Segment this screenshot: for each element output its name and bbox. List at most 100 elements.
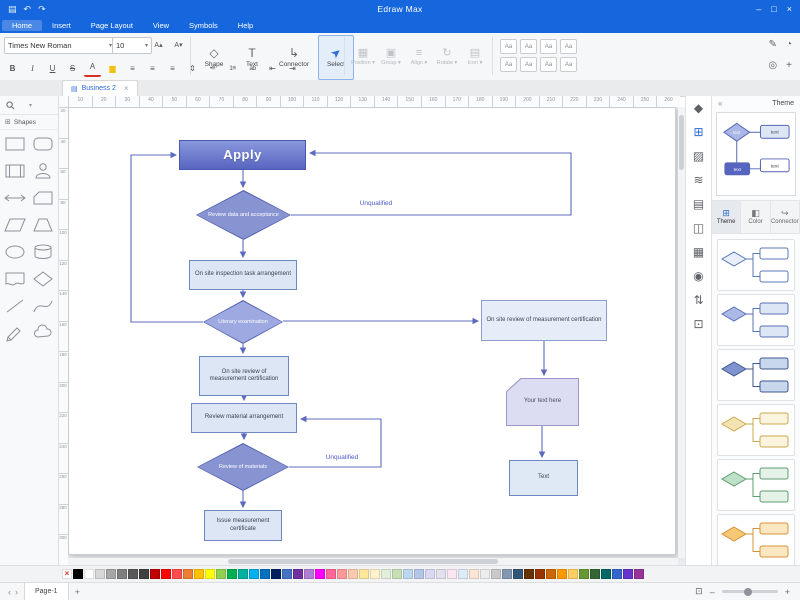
node-onsite-review-left[interactable]: On site review of measurement certificat… [199, 356, 289, 396]
fullscreen-icon[interactable]: ⊡ [693, 318, 703, 330]
close-button[interactable]: × [787, 4, 792, 14]
node-text[interactable]: Text [509, 460, 578, 496]
text-style-1[interactable]: Aa [500, 39, 517, 54]
chart-icon[interactable]: ◫ [693, 222, 704, 234]
node-literary-examination[interactable]: Literary examination [203, 300, 283, 344]
fit-page-button[interactable]: ⊡ [695, 586, 703, 597]
color-swatch[interactable] [227, 569, 237, 579]
rotate-button[interactable]: ↻ Rotate ▾ [434, 35, 460, 78]
history-icon[interactable]: ◉ [693, 270, 703, 282]
drawing-canvas[interactable]: Apply Review data and acceptance On site… [68, 107, 685, 565]
select-button[interactable]: ➤ Select [318, 35, 354, 80]
indent-decrease-icon[interactable]: ⇤ [264, 60, 281, 76]
zoom-in-button[interactable]: + [785, 587, 790, 597]
strikethrough-icon[interactable]: S [64, 60, 81, 76]
align-right-icon[interactable]: ≡ [164, 60, 181, 76]
text-style-7[interactable]: Aa [540, 57, 557, 72]
shapes-group-header[interactable]: ⊞ Shapes [0, 115, 58, 130]
node-inspection[interactable]: On site inspection task arrangement [189, 260, 297, 290]
italic-icon[interactable]: I [24, 60, 41, 76]
picture-icon[interactable]: ▨ [693, 150, 704, 162]
bullet-list-icon[interactable]: •≡ [204, 60, 221, 76]
color-swatch[interactable] [84, 569, 94, 579]
color-swatch[interactable] [337, 569, 347, 579]
color-swatch[interactable] [117, 569, 127, 579]
close-icon[interactable]: × [124, 84, 129, 93]
symbol-library-icon[interactable]: ⊞ [693, 126, 703, 138]
line-spacing-icon[interactable]: ⇕ [184, 60, 201, 76]
pencil-shape[interactable] [1, 319, 29, 346]
line-shape[interactable] [1, 292, 29, 319]
table-icon[interactable]: ▦ [693, 246, 704, 258]
color-swatch[interactable] [282, 569, 292, 579]
maximize-button[interactable]: □ [771, 4, 776, 14]
node-apply[interactable]: Apply [179, 140, 306, 170]
color-swatch[interactable] [480, 569, 490, 579]
scrollbar-thumb[interactable] [228, 559, 498, 564]
grow-font-icon[interactable]: A▴ [150, 37, 167, 52]
layers-icon[interactable]: ≋ [693, 174, 703, 186]
color-swatch[interactable] [513, 569, 523, 579]
color-swatch[interactable] [634, 569, 644, 579]
color-swatch[interactable] [95, 569, 105, 579]
color-swatch[interactable] [205, 569, 215, 579]
text-style-5[interactable]: Aa [500, 57, 517, 72]
color-swatch[interactable] [535, 569, 545, 579]
text-style-3[interactable]: Aa [540, 39, 557, 54]
zoom-slider-thumb[interactable] [743, 587, 752, 596]
diamond-shape[interactable] [29, 265, 57, 292]
color-swatch[interactable] [469, 569, 479, 579]
color-swatch[interactable] [293, 569, 303, 579]
active-theme-preview[interactable]: text text text text [716, 112, 796, 196]
color-swatch[interactable] [304, 569, 314, 579]
indent-increase-icon[interactable]: ⇥ [284, 60, 301, 76]
text-style-2[interactable]: Aa [520, 39, 537, 54]
document-shape[interactable] [1, 265, 29, 292]
color-swatch[interactable] [73, 569, 83, 579]
color-swatch[interactable] [601, 569, 611, 579]
color-swatch[interactable] [524, 569, 534, 579]
color-swatch[interactable] [590, 569, 600, 579]
color-swatch[interactable] [359, 569, 369, 579]
rectangle-shape[interactable] [1, 130, 29, 157]
underline-icon[interactable]: U [44, 60, 61, 76]
align-button[interactable]: ≡ Align ▾ [406, 35, 432, 78]
font-size-select[interactable]: 10 ▾ [112, 37, 152, 54]
theme-green[interactable] [717, 459, 795, 511]
color-swatch[interactable] [403, 569, 413, 579]
menu-help[interactable]: Help [228, 20, 263, 31]
align-left-icon[interactable]: ≡ [124, 60, 141, 76]
color-swatch[interactable] [546, 569, 556, 579]
prev-page-button[interactable]: ‹ [8, 587, 11, 597]
page-tab[interactable]: Page-1 [24, 583, 69, 600]
theme-yellow[interactable] [717, 404, 795, 456]
menu-view[interactable]: View [143, 20, 179, 31]
color-swatch[interactable] [414, 569, 424, 579]
color-swatch[interactable] [491, 569, 501, 579]
fill-style-icon[interactable]: ◆ [694, 102, 703, 114]
format-painter-icon[interactable]: ◔ [786, 39, 792, 50]
numbered-list-icon[interactable]: 1≡ [224, 60, 241, 76]
color-swatch[interactable] [161, 569, 171, 579]
card-shape[interactable] [29, 184, 57, 211]
shapes-search-row[interactable]: ▾ [0, 96, 58, 115]
color-swatch[interactable] [447, 569, 457, 579]
theme-orange[interactable] [717, 514, 795, 565]
character-spacing-icon[interactable]: ab [244, 60, 261, 76]
color-swatch[interactable] [612, 569, 622, 579]
snap-icon[interactable]: + [786, 60, 792, 71]
color-swatch[interactable] [238, 569, 248, 579]
color-swatch[interactable] [183, 569, 193, 579]
tab-connector[interactable]: ↪ Connector [770, 201, 800, 233]
color-swatch[interactable] [568, 569, 578, 579]
color-swatch[interactable] [557, 569, 567, 579]
edge-label-unqualified-top[interactable]: Unqualified [341, 200, 411, 207]
position-button[interactable]: ▦ Position ▾ [350, 35, 376, 78]
canvas-horizontal-scrollbar[interactable] [68, 558, 678, 565]
tab-theme[interactable]: ⊞ Theme [712, 201, 742, 233]
ellipse-shape[interactable] [1, 238, 29, 265]
cloud-shape[interactable] [29, 319, 57, 346]
node-issue-certificate[interactable]: Issue measurement certificate [204, 510, 282, 541]
color-swatch[interactable] [348, 569, 358, 579]
color-swatch[interactable] [194, 569, 204, 579]
